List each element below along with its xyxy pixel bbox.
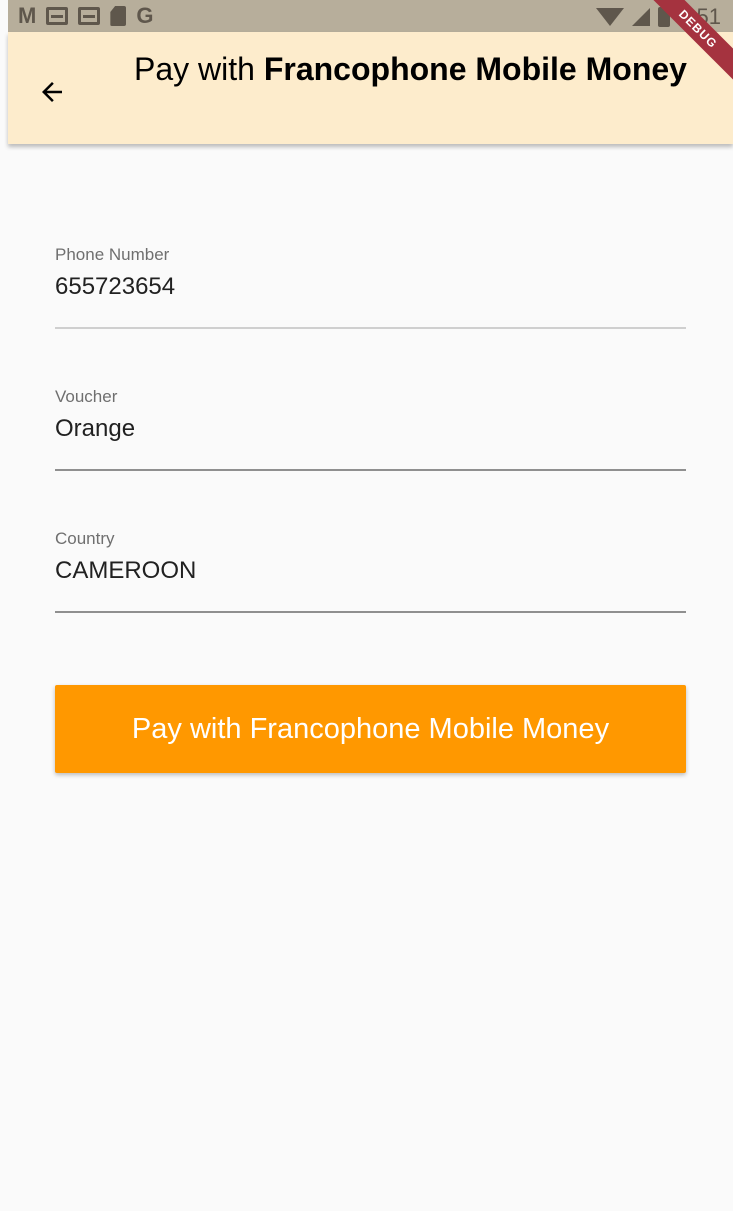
voucher-field[interactable]: Voucher Orange [55, 387, 686, 471]
arrow-back-icon [42, 82, 62, 102]
voucher-label: Voucher [55, 387, 118, 406]
country-underline [55, 611, 686, 613]
notification-icons: M G [18, 3, 153, 29]
title-prefix: Pay with [134, 51, 264, 87]
country-label: Country [55, 529, 115, 548]
calendar-icon [78, 7, 101, 25]
debug-banner-clip: DEBUG [623, 0, 733, 110]
country-field[interactable]: Country CAMEROON [55, 529, 686, 613]
phone-number-label: Phone Number [55, 245, 170, 264]
calendar-icon [46, 7, 69, 25]
gmail-icon: M [18, 3, 37, 28]
voucher-underline [55, 469, 686, 471]
debug-banner: DEBUG [637, 0, 733, 90]
google-icon: G [136, 3, 154, 28]
sd-card-icon [110, 6, 127, 26]
back-button[interactable] [30, 70, 74, 114]
phone-number-value[interactable]: 655723654 [55, 273, 686, 301]
page-title: Pay with Francophone Mobile Money [134, 50, 694, 88]
pay-button[interactable]: Pay with Francophone Mobile Money [55, 685, 686, 773]
app-bar: Pay with Francophone Mobile Money DEBUG [8, 0, 733, 144]
phone-number-underline [55, 327, 686, 329]
country-value[interactable]: CAMEROON [55, 557, 686, 585]
wifi-icon [596, 8, 625, 26]
phone-number-field[interactable]: Phone Number 655723654 [55, 245, 686, 329]
voucher-value[interactable]: Orange [55, 415, 686, 443]
